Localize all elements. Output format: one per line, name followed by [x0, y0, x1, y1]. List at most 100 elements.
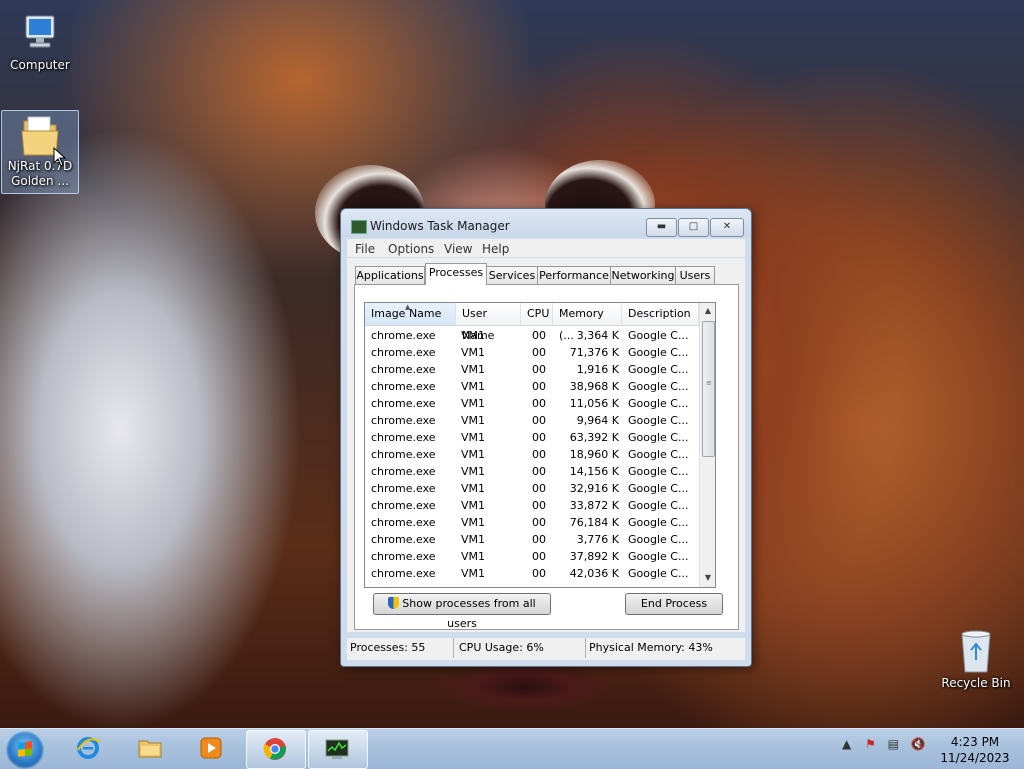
cell-image-name: chrome.exe	[371, 567, 436, 580]
cell-description: Google C...	[628, 397, 689, 410]
desktop-icon-computer[interactable]: Computer	[2, 8, 78, 73]
cell-user-name: VM1	[461, 499, 486, 512]
column-description[interactable]: Description	[622, 303, 699, 325]
cell-description: Google C...	[628, 567, 689, 580]
cell-memory: 37,892 K	[569, 550, 619, 563]
taskbar-task-manager[interactable]	[308, 730, 368, 769]
cell-cpu: 00	[532, 346, 546, 359]
clock[interactable]: 4:23 PM 11/24/2023	[940, 734, 1010, 766]
tab-networking[interactable]: Networking	[610, 266, 676, 284]
cell-description: Google C...	[628, 329, 689, 342]
cell-image-name: chrome.exe	[371, 431, 436, 444]
media-player-icon	[200, 737, 222, 759]
cell-cpu: 00	[532, 431, 546, 444]
cell-image-name: chrome.exe	[371, 380, 436, 393]
column-cpu[interactable]: CPU	[521, 303, 553, 325]
task-manager-icon	[325, 739, 349, 759]
taskbar: ▲ ⚑ ▤ 🔇 4:23 PM 11/24/2023	[0, 728, 1024, 769]
tab-performance[interactable]: Performance	[537, 266, 611, 284]
network-icon[interactable]: ▤	[888, 737, 899, 751]
table-row[interactable]: chrome.exe VM1 00 38,968 K Google C...	[365, 378, 699, 395]
cell-memory: 3,776 K	[576, 533, 619, 546]
scroll-up-icon[interactable]: ▲	[700, 303, 715, 319]
table-row[interactable]: chrome.exe VM1 00 37,892 K Google C...	[365, 548, 699, 565]
cell-memory: 32,916 K	[569, 482, 619, 495]
table-row[interactable]: chrome.exe VM1 00 1,916 K Google C...	[365, 361, 699, 378]
start-button[interactable]	[6, 731, 44, 769]
wallpaper-detail	[440, 662, 610, 712]
window-content: Applications Processes Services Performa…	[347, 258, 745, 632]
cell-description: Google C...	[628, 431, 689, 444]
cell-image-name: chrome.exe	[371, 448, 436, 461]
show-hidden-icons-icon[interactable]: ▲	[842, 737, 851, 751]
table-row[interactable]: chrome.exe VM1 00 3,364 K Google C...	[365, 327, 699, 344]
table-row[interactable]: chrome.exe VM1 00 32,916 K Google C...	[365, 480, 699, 497]
close-button[interactable]: ✕	[710, 218, 744, 237]
action-center-icon[interactable]: ⚑	[865, 737, 876, 751]
table-row[interactable]: chrome.exe VM1 00 3,776 K Google C...	[365, 531, 699, 548]
table-row[interactable]: chrome.exe VM1 00 63,392 K Google C...	[365, 429, 699, 446]
table-row[interactable]: chrome.exe VM1 00 18,960 K Google C...	[365, 446, 699, 463]
cell-memory: 9,964 K	[576, 414, 619, 427]
cell-user-name: VM1	[461, 567, 486, 580]
table-row[interactable]: chrome.exe VM1 00 14,156 K Google C...	[365, 463, 699, 480]
status-bar: Processes: 55 CPU Usage: 6% Physical Mem…	[347, 638, 745, 660]
taskbar-chrome[interactable]	[246, 730, 306, 769]
cell-memory: 1,916 K	[576, 363, 619, 376]
cell-image-name: chrome.exe	[371, 329, 436, 342]
column-user-name[interactable]: User Name	[456, 303, 521, 342]
cell-memory: 18,960 K	[569, 448, 619, 461]
cell-description: Google C...	[628, 414, 689, 427]
file-explorer-icon	[138, 740, 162, 758]
title-bar[interactable]: Windows Task Manager ▬ □ ✕	[341, 209, 751, 237]
clock-time: 4:23 PM	[950, 735, 1000, 749]
cell-cpu: 00	[532, 414, 546, 427]
menu-view[interactable]: View	[444, 242, 472, 256]
process-list[interactable]: ▲ Image Name User Name CPU Memory (... D…	[364, 302, 716, 588]
cell-image-name: chrome.exe	[371, 499, 436, 512]
cell-cpu: 00	[532, 533, 546, 546]
scroll-thumb[interactable]: ≡	[702, 321, 715, 457]
sort-ascending-icon: ▲	[405, 303, 411, 311]
column-image-name[interactable]: ▲ Image Name	[365, 303, 456, 325]
task-manager-app-icon	[351, 220, 367, 234]
table-row[interactable]: chrome.exe VM1 00 71,376 K Google C...	[365, 344, 699, 361]
tab-services[interactable]: Services	[486, 266, 538, 284]
cell-description: Google C...	[628, 499, 689, 512]
end-process-button[interactable]: End Process	[625, 593, 723, 615]
table-row[interactable]: chrome.exe VM1 00 33,872 K Google C...	[365, 497, 699, 514]
volume-muted-icon[interactable]: 🔇	[911, 737, 926, 751]
maximize-button[interactable]: □	[678, 218, 709, 237]
grip-icon: ≡	[706, 379, 712, 387]
menu-file[interactable]: File	[355, 242, 375, 256]
notification-area: ▲ ⚑ ▤ 🔇	[842, 737, 926, 751]
table-row[interactable]: chrome.exe VM1 00 11,056 K Google C...	[365, 395, 699, 412]
column-memory[interactable]: Memory (...	[553, 303, 622, 342]
table-row[interactable]: chrome.exe VM1 00 9,964 K Google C...	[365, 412, 699, 429]
cell-user-name: VM1	[461, 346, 486, 359]
table-row[interactable]: chrome.exe VM1 00 76,184 K Google C...	[365, 514, 699, 531]
desktop-icon-njrat-folder[interactable]: NjRat 0.7D Golden ...	[1, 110, 79, 194]
vertical-scrollbar[interactable]: ▲ ≡ ▼	[699, 303, 715, 587]
menu-options[interactable]: Options	[388, 242, 434, 256]
table-row[interactable]: chrome.exe VM1 00 42,036 K Google C...	[365, 565, 699, 582]
show-all-processes-button[interactable]: Show processes from all users	[373, 593, 551, 630]
tab-processes[interactable]: Processes	[425, 263, 487, 285]
minimize-button[interactable]: ▬	[646, 218, 677, 237]
cell-cpu: 00	[532, 516, 546, 529]
taskbar-media-player[interactable]	[183, 730, 241, 767]
cell-memory: 38,968 K	[569, 380, 619, 393]
desktop-icon-label: Golden ...	[11, 174, 69, 188]
cell-description: Google C...	[628, 380, 689, 393]
tab-users[interactable]: Users	[675, 266, 715, 284]
window-title: Windows Task Manager	[370, 219, 510, 233]
cell-description: Google C...	[628, 482, 689, 495]
menu-help[interactable]: Help	[482, 242, 509, 256]
cell-user-name: VM1	[461, 414, 486, 427]
taskbar-file-explorer[interactable]	[122, 730, 180, 767]
scroll-down-icon[interactable]: ▼	[700, 570, 715, 586]
tab-applications[interactable]: Applications	[355, 266, 425, 284]
desktop-icon-recycle-bin[interactable]: Recycle Bin	[938, 628, 1014, 691]
status-processes: Processes: 55	[347, 638, 454, 658]
taskbar-internet-explorer[interactable]	[60, 730, 118, 767]
